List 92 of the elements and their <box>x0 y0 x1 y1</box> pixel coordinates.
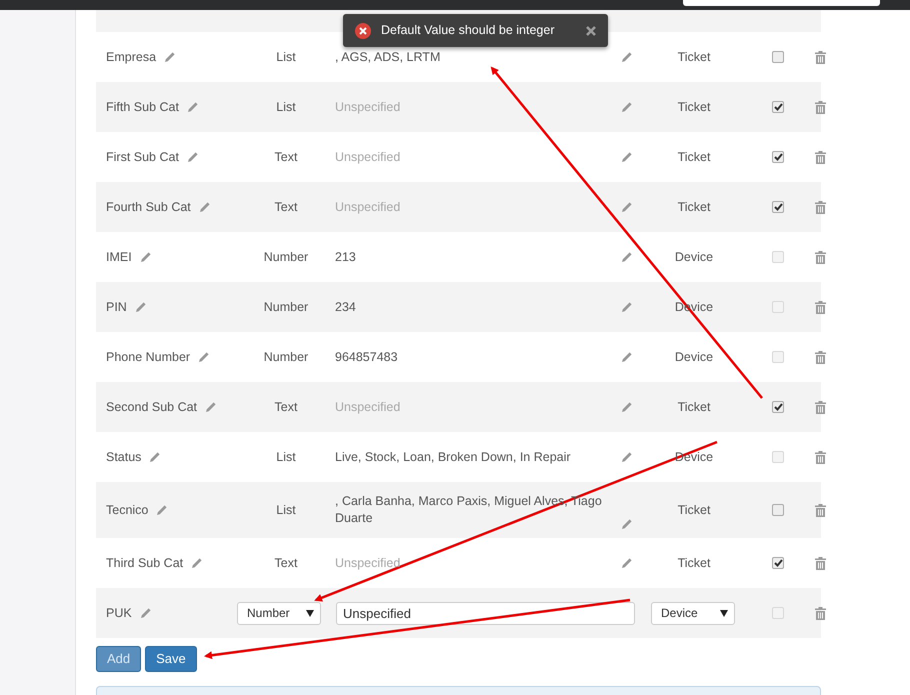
field-name: Fourth Sub Cat <box>106 198 191 216</box>
pencil-icon[interactable] <box>186 101 199 113</box>
pencil-icon[interactable] <box>205 401 218 413</box>
checkbox[interactable] <box>772 201 784 213</box>
default-value: Unspecified <box>334 554 402 572</box>
field-name: PUK <box>106 604 132 622</box>
caret-icon <box>720 610 728 616</box>
pencil-icon[interactable] <box>621 251 633 263</box>
target-type: Ticket <box>676 48 712 66</box>
checkbox[interactable] <box>772 51 784 63</box>
pencil-icon[interactable] <box>198 201 211 213</box>
pencil-icon[interactable] <box>140 607 152 619</box>
pencil-icon[interactable] <box>164 51 176 63</box>
checkbox[interactable] <box>772 557 784 569</box>
trash-icon[interactable] <box>815 556 826 570</box>
default-value: Unspecified <box>334 148 402 166</box>
default-value: 964857483 <box>334 348 399 366</box>
field-name: Third Sub Cat <box>106 554 184 572</box>
trash-icon[interactable] <box>815 504 826 516</box>
pencil-icon[interactable] <box>621 401 633 413</box>
pencil-icon[interactable] <box>621 301 633 313</box>
pencil-icon[interactable] <box>156 504 168 516</box>
field-type: List <box>275 448 297 466</box>
field-type: List <box>275 48 297 66</box>
action-button[interactable]: Save <box>145 646 197 672</box>
field-type: Number <box>262 248 310 266</box>
pencil-icon[interactable] <box>186 151 199 163</box>
checkbox[interactable] <box>772 101 784 113</box>
field-name: Status <box>106 448 142 466</box>
target-type: Ticket <box>676 398 712 416</box>
target-type: Ticket <box>676 554 712 572</box>
target-type: Device <box>674 348 714 366</box>
checkbox[interactable] <box>772 151 784 163</box>
action-button: Add <box>96 646 142 672</box>
default-value: , AGS, ADS, LRTM <box>334 48 442 66</box>
default-value: Unspecified <box>334 98 402 116</box>
pencil-icon[interactable] <box>149 451 162 463</box>
pencil-icon[interactable] <box>621 101 633 113</box>
pencil-icon[interactable] <box>621 451 633 463</box>
field-name: IMEI <box>106 248 132 266</box>
field-name: First Sub Cat <box>106 148 179 166</box>
target-type: Ticket <box>676 502 712 519</box>
error-icon <box>355 22 371 38</box>
field-type: Text <box>274 148 298 166</box>
trash-icon[interactable] <box>815 50 826 64</box>
trash-icon[interactable] <box>815 150 826 164</box>
trash-icon[interactable] <box>815 400 826 414</box>
field-type: List <box>275 98 297 116</box>
field-type: Number <box>262 298 310 316</box>
pencil-icon[interactable] <box>134 301 147 313</box>
field-type: Text <box>274 398 298 416</box>
field-name: Empresa <box>106 48 156 66</box>
trash-icon[interactable] <box>815 250 826 264</box>
field-type: Text <box>274 554 298 572</box>
checkbox[interactable] <box>772 504 784 516</box>
trash-icon[interactable] <box>815 606 826 620</box>
caret-icon <box>306 610 314 616</box>
close-icon[interactable] <box>586 26 596 36</box>
field-name: Phone Number <box>106 348 190 366</box>
toast-message: Default Value should be integer <box>381 22 556 40</box>
field-type: List <box>275 502 297 519</box>
default-value: Unspecified <box>334 398 402 416</box>
field-name: Tecnico <box>106 502 148 519</box>
pencil-icon[interactable] <box>140 251 152 263</box>
pencil-icon[interactable] <box>621 51 633 63</box>
pencil-icon[interactable] <box>621 201 633 213</box>
trash-icon[interactable] <box>815 450 826 464</box>
pencil-icon[interactable] <box>191 557 204 569</box>
trash-icon[interactable] <box>815 350 826 364</box>
pencil-icon[interactable] <box>198 351 210 363</box>
field-type: Text <box>274 198 298 216</box>
default-value: Live, Stock, Loan, Broken Down, In Repair <box>334 448 572 466</box>
field-name: Second Sub Cat <box>106 398 198 416</box>
pencil-icon[interactable] <box>621 518 633 530</box>
pencil-icon[interactable] <box>621 557 633 569</box>
field-type: Number <box>262 348 310 366</box>
trash-icon[interactable] <box>815 300 826 314</box>
default-value: Unspecified <box>334 198 402 216</box>
default-value: 213 <box>334 248 357 266</box>
trash-icon[interactable] <box>815 100 826 114</box>
target-type: Ticket <box>676 148 712 166</box>
target-type: Ticket <box>676 198 712 216</box>
field-name: PIN <box>106 298 127 316</box>
target-type: Device <box>674 248 714 266</box>
default-value: , Carla Banha, Marco Paxis, Miguel Alves, Tiago Duarte <box>334 493 603 527</box>
trash-icon[interactable] <box>815 200 826 214</box>
pencil-icon[interactable] <box>621 351 633 363</box>
checkbox[interactable] <box>772 401 784 413</box>
default-value: 234 <box>334 298 357 316</box>
target-type: Ticket <box>676 98 712 116</box>
field-name: Fifth Sub Cat <box>106 98 179 116</box>
pencil-icon[interactable] <box>621 151 633 163</box>
